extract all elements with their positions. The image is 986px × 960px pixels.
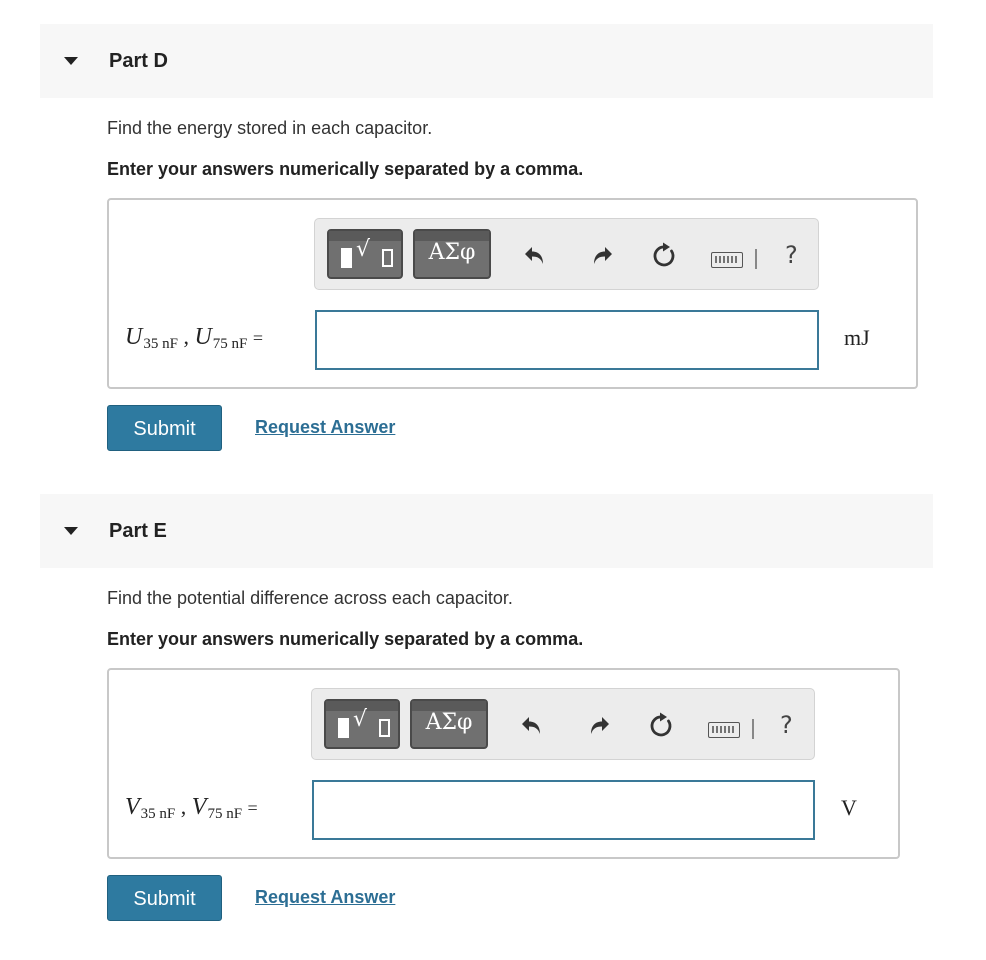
- reset-icon[interactable]: [648, 711, 676, 739]
- template-button[interactable]: √: [327, 229, 403, 279]
- answer-label: V35 nF , V75 nF =: [125, 794, 258, 822]
- math-toolbar: √ ΑΣφ ?: [314, 218, 819, 290]
- answer-instruction: Enter your answers numerically separated…: [107, 629, 584, 649]
- request-answer-link[interactable]: Request Answer: [255, 417, 395, 438]
- redo-icon[interactable]: [584, 711, 612, 739]
- keyboard-icon[interactable]: [711, 252, 743, 268]
- part-d-header[interactable]: Part D: [40, 24, 933, 98]
- answer-input[interactable]: [312, 780, 815, 840]
- reset-icon[interactable]: [651, 241, 679, 269]
- redo-icon[interactable]: [587, 241, 615, 269]
- caret-down-icon[interactable]: [64, 527, 78, 535]
- undo-icon[interactable]: [519, 711, 547, 739]
- answer-input[interactable]: [315, 310, 819, 370]
- greek-symbols-button[interactable]: ΑΣφ: [413, 229, 491, 279]
- question-prompt: Find the energy stored in each capacitor…: [107, 118, 433, 138]
- answer-instruction: Enter your answers numerically separated…: [107, 159, 584, 179]
- keyboard-icon[interactable]: [708, 722, 740, 738]
- request-answer-link[interactable]: Request Answer: [255, 887, 395, 908]
- part-e-header[interactable]: Part E: [40, 494, 933, 568]
- greek-symbols-button[interactable]: ΑΣφ: [410, 699, 488, 749]
- unit-label: mJ: [844, 325, 870, 350]
- fraction-radical-template-icon: [338, 718, 349, 738]
- template-button[interactable]: √: [324, 699, 400, 749]
- submit-button[interactable]: Submit: [107, 405, 222, 451]
- caret-down-icon[interactable]: [64, 57, 78, 65]
- undo-icon[interactable]: [522, 241, 550, 269]
- submit-button[interactable]: Submit: [107, 875, 222, 921]
- answer-box: √ ΑΣφ ? V35 nF , V75 nF = V: [107, 668, 900, 859]
- fraction-radical-template-icon: [341, 248, 352, 268]
- unit-label: V: [841, 795, 857, 820]
- math-toolbar: √ ΑΣφ ?: [311, 688, 815, 760]
- question-prompt: Find the potential difference across eac…: [107, 588, 513, 608]
- answer-label: U35 nF , U75 nF =: [125, 324, 264, 352]
- part-title: Part D: [109, 50, 168, 72]
- help-icon[interactable]: ?: [785, 241, 798, 269]
- part-title: Part E: [109, 520, 167, 542]
- answer-box: √ ΑΣφ ? U35 nF , U75 nF = mJ: [107, 198, 918, 389]
- help-icon[interactable]: ?: [780, 711, 793, 739]
